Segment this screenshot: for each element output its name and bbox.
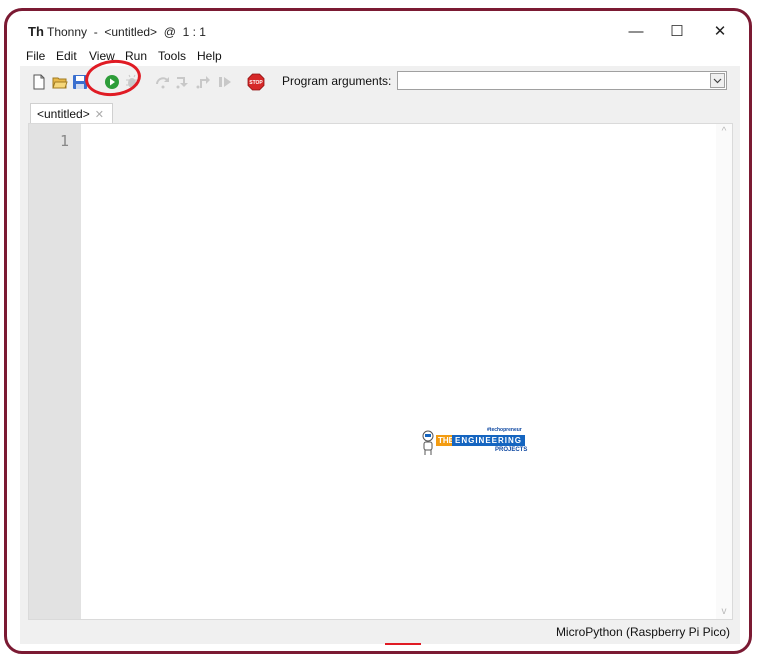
tab-close-icon[interactable]: ✕ bbox=[95, 109, 104, 121]
watermark-tagline: #techopreneur bbox=[487, 427, 522, 433]
watermark-projects: PROJECTS bbox=[495, 447, 528, 453]
scroll-down-icon[interactable]: v bbox=[716, 606, 732, 617]
robot-icon bbox=[422, 430, 434, 455]
interpreter-selector[interactable]: MicroPython (Raspberry Pi Pico) bbox=[556, 625, 730, 639]
editor-tab-bar: <untitled> ✕ bbox=[28, 102, 732, 124]
thonny-app-icon: Th bbox=[28, 24, 44, 39]
close-button[interactable]: ✕ bbox=[700, 20, 740, 44]
menu-file[interactable]: File bbox=[26, 49, 45, 63]
menu-help[interactable]: Help bbox=[197, 49, 222, 63]
line-number: 1 bbox=[59, 132, 69, 150]
watermark-engineering: ENGINEERING bbox=[452, 435, 526, 446]
line-number-gutter: 1 bbox=[29, 124, 81, 619]
code-editor[interactable]: 1 ^ v bbox=[28, 123, 733, 620]
program-arguments-input[interactable] bbox=[397, 71, 727, 90]
menu-tools[interactable]: Tools bbox=[158, 49, 186, 63]
program-arguments-label: Program arguments: bbox=[282, 74, 392, 88]
step-into-icon[interactable] bbox=[175, 74, 191, 90]
status-bar: MicroPython (Raspberry Pi Pico) bbox=[20, 621, 740, 644]
stop-icon[interactable]: STOP bbox=[247, 73, 265, 91]
maximize-button[interactable]: ☐ bbox=[657, 20, 697, 44]
scroll-up-icon[interactable]: ^ bbox=[716, 126, 732, 137]
watermark-logo: #techopreneur THE ENGINEERING PROJECTS bbox=[418, 427, 538, 459]
bottom-red-strip bbox=[385, 643, 421, 645]
resume-icon[interactable] bbox=[217, 74, 233, 90]
open-file-icon[interactable] bbox=[52, 74, 68, 90]
stop-icon-label: STOP bbox=[249, 80, 263, 86]
minimize-button[interactable]: — bbox=[616, 20, 656, 44]
tab-untitled[interactable]: <untitled> ✕ bbox=[30, 103, 113, 124]
menu-edit[interactable]: Edit bbox=[56, 49, 77, 63]
window-title: Thonny - <untitled> @ 1 : 1 bbox=[47, 25, 206, 39]
new-file-icon[interactable] bbox=[31, 74, 47, 90]
chevron-down-icon bbox=[713, 78, 722, 84]
vertical-scrollbar[interactable]: ^ v bbox=[716, 124, 732, 619]
tab-label: <untitled> bbox=[37, 107, 90, 121]
thonny-window: Th Thonny - <untitled> @ 1 : 1 — ☐ ✕ Fil… bbox=[20, 16, 740, 644]
program-arguments-dropdown-button[interactable] bbox=[710, 73, 725, 88]
title-bar: Th Thonny - <untitled> @ 1 : 1 — ☐ ✕ bbox=[20, 16, 740, 48]
step-over-icon[interactable] bbox=[155, 74, 171, 90]
step-out-icon[interactable] bbox=[196, 74, 212, 90]
